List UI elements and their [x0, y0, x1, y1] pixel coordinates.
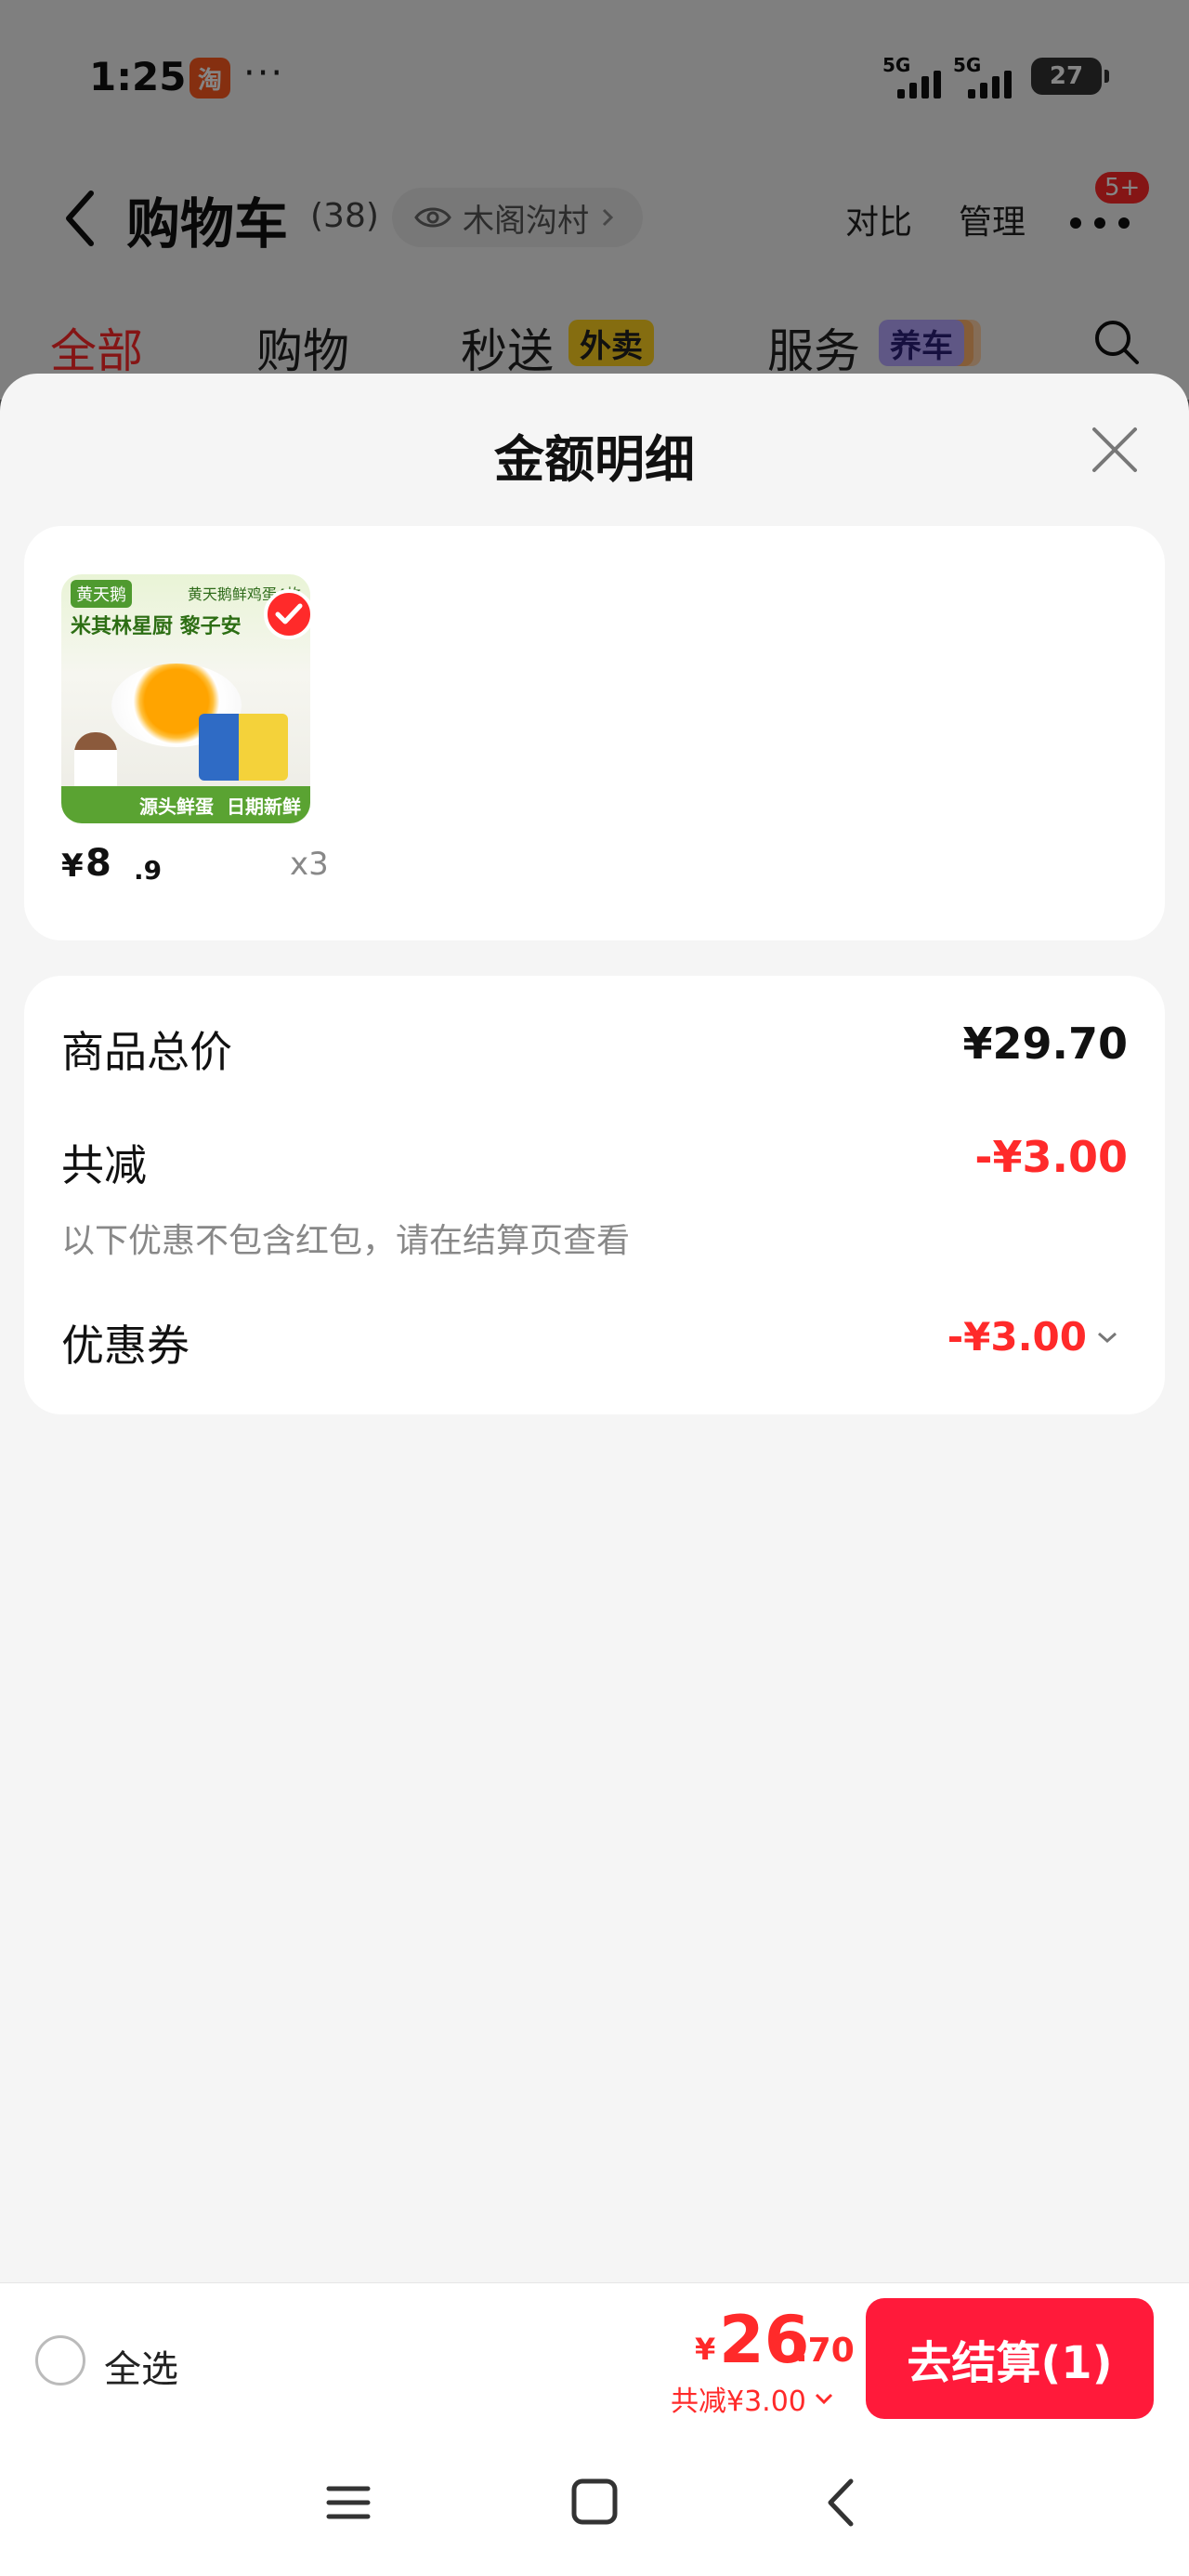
product-price-integer: 8	[85, 842, 111, 885]
product-price-decimal: .9	[134, 855, 163, 886]
chevron-down-icon	[815, 2393, 832, 2405]
image-banner-left: 源头鲜蛋	[139, 795, 214, 818]
select-all-checkbox[interactable]	[35, 2335, 85, 2385]
items-total-value: ¥29.70	[962, 1019, 1128, 1069]
coupon-label: 优惠券	[61, 1321, 189, 1371]
total-discount-label: 共减	[61, 1140, 147, 1190]
total-discount-value: -¥3.00	[974, 1132, 1128, 1182]
amount-details-sheet: 金额明细 黄天鹅 黄天鹅鲜鸡蛋4枚 米其林星厨 黎子安 源头鲜蛋 日期新鲜 ¥ …	[0, 374, 1189, 2282]
coupon-row-toggle[interactable]: -¥3.00	[947, 1314, 1118, 1360]
checkout-total: ¥ 26 .70	[695, 2300, 855, 2378]
discount-details-toggle[interactable]: 共减¥3.00	[671, 2378, 834, 2419]
home-icon[interactable]	[570, 2472, 619, 2533]
egg-box-graphic	[199, 714, 288, 781]
chevron-down-icon	[1098, 1332, 1117, 1343]
product-quantity: x3	[290, 846, 329, 883]
coupon-value: -¥3.00	[947, 1314, 1087, 1360]
system-nav-bar	[0, 2433, 1189, 2576]
sheet-title: 金额明细	[494, 430, 695, 489]
image-brand-text: 黄天鹅	[71, 580, 132, 608]
selected-check-icon	[264, 589, 314, 639]
menu-icon[interactable]	[325, 2472, 372, 2533]
checkout-button[interactable]: 去结算(1)	[866, 2298, 1154, 2419]
total-symbol: ¥	[695, 2332, 716, 2367]
image-banner: 源头鲜蛋 日期新鲜	[61, 786, 310, 823]
total-discount-text: 共减¥3.00	[671, 2385, 806, 2418]
image-banner-right: 日期新鲜	[227, 795, 301, 818]
select-all-label[interactable]: 全选	[104, 2339, 178, 2393]
close-icon[interactable]	[1087, 422, 1143, 478]
discount-note: 以下优惠不包含红包，请在结算页查看	[61, 1222, 631, 1260]
items-total-label: 商品总价	[61, 1027, 232, 1077]
back-icon[interactable]	[817, 2472, 864, 2533]
price-summary-card: 商品总价 ¥29.70 共减 -¥3.00 以下优惠不包含红包，请在结算页查看 …	[24, 976, 1165, 1414]
checkout-bar: 全选 ¥ 26 .70 共减¥3.00 去结算(1)	[0, 2282, 1189, 2433]
selected-products-card: 黄天鹅 黄天鹅鲜鸡蛋4枚 米其林星厨 黎子安 源头鲜蛋 日期新鲜 ¥ 8 .9 …	[24, 526, 1165, 940]
total-decimal: .70	[795, 2332, 855, 2370]
product-price-symbol: ¥	[61, 848, 84, 885]
